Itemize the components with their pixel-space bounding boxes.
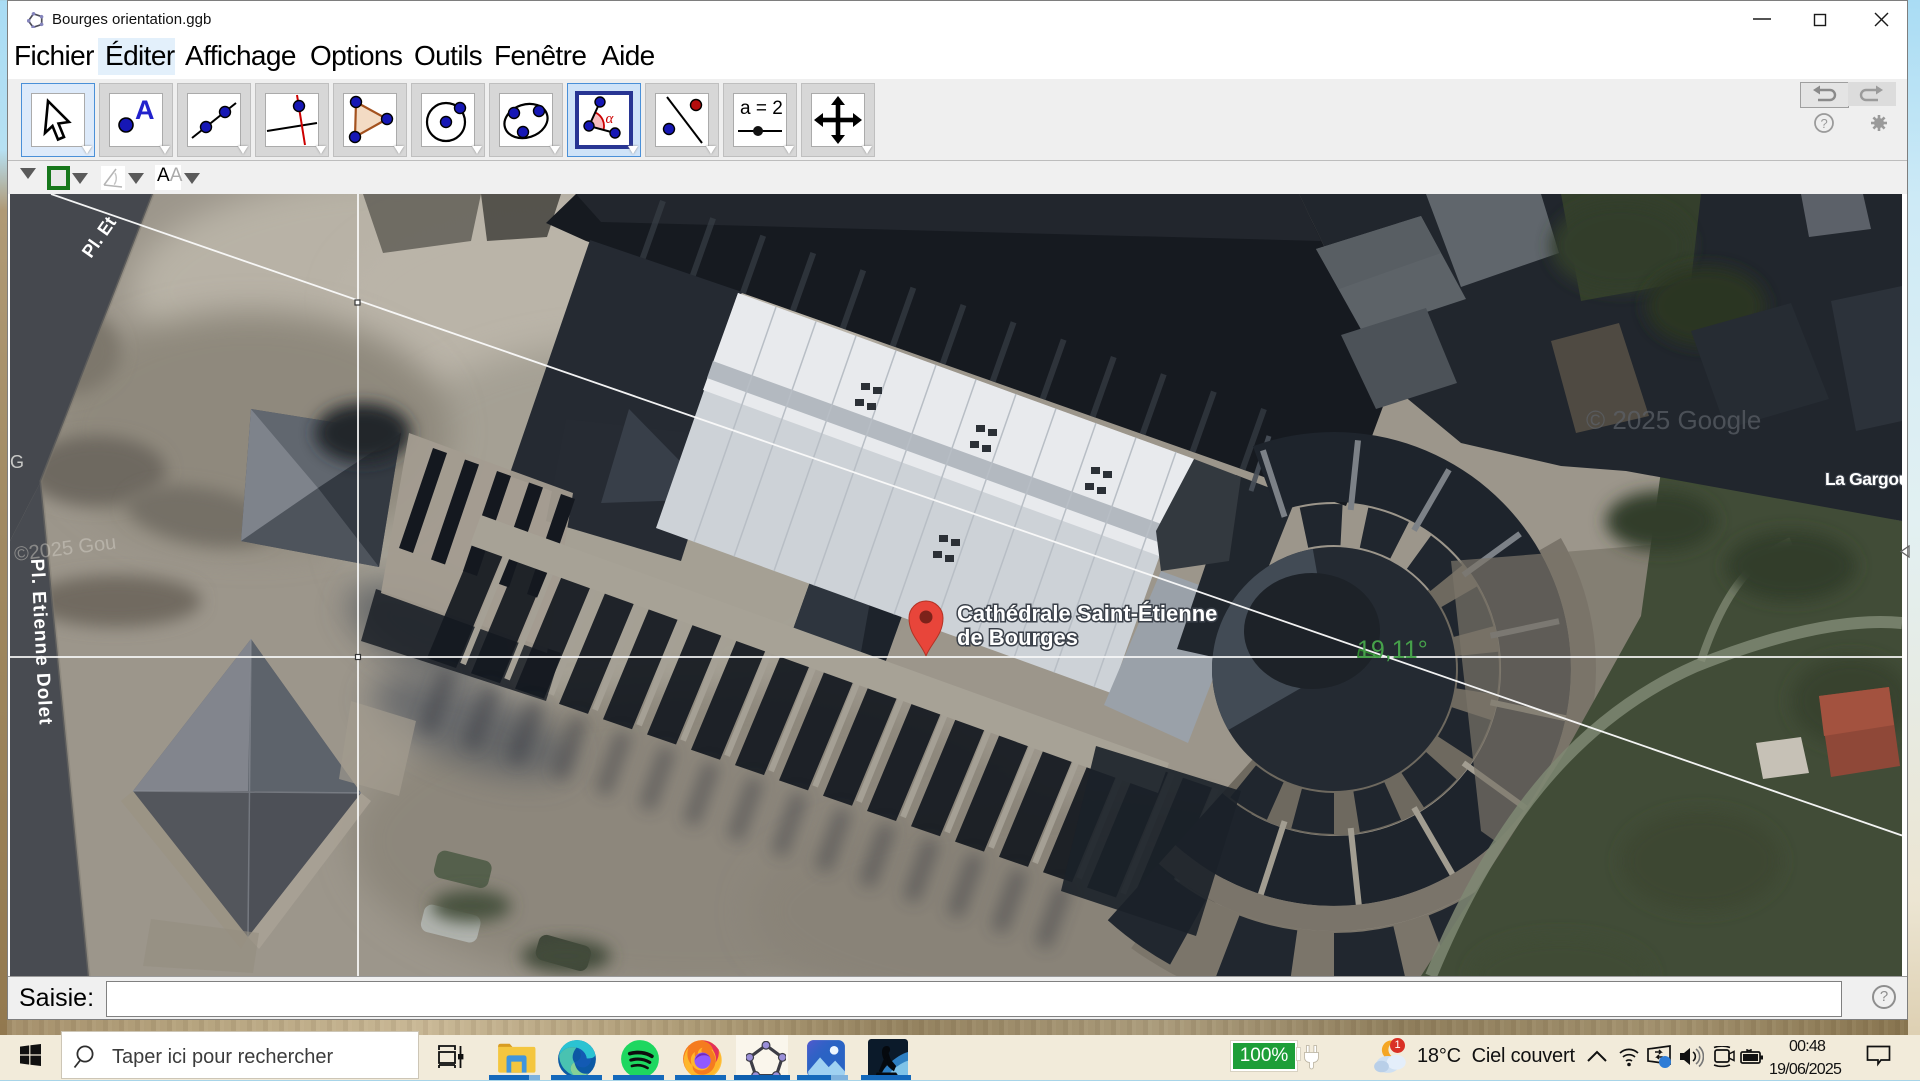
svg-text:A: A — [135, 95, 155, 125]
svg-text:Cathédrale Saint-Étienne: Cathédrale Saint-Étienne — [957, 601, 1217, 626]
svg-text:de Bourges: de Bourges — [957, 625, 1078, 650]
svg-text:a = 2: a = 2 — [740, 98, 783, 119]
svg-text:19,11°: 19,11° — [1357, 636, 1428, 664]
svg-text:?: ? — [1821, 116, 1828, 131]
svg-text:G: G — [10, 452, 24, 472]
svg-text:© 2025 Google: © 2025 Google — [1586, 405, 1761, 435]
svg-text:α: α — [606, 111, 615, 127]
svg-text:La Gargou: La Gargou — [1825, 469, 1902, 489]
